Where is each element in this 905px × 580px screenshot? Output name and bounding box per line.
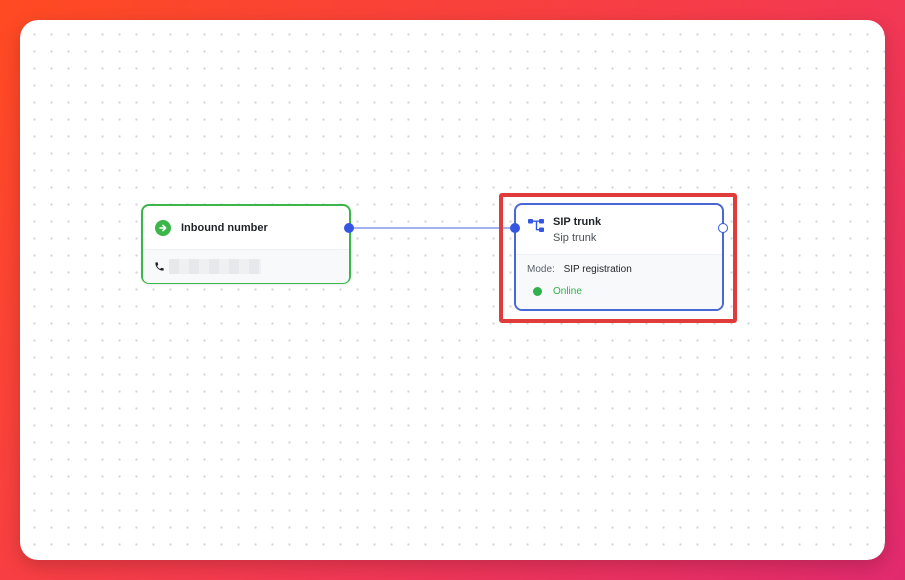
status-text: Online: [553, 286, 582, 297]
phone-number-redacted: [169, 259, 261, 274]
inbound-node-body: [143, 250, 349, 283]
sip-node-header: SIP trunk Sip trunk: [516, 205, 722, 255]
sip-node-title: SIP trunk: [553, 216, 602, 228]
status-online-icon: [533, 287, 542, 296]
inbound-node-header: Inbound number: [143, 206, 349, 250]
mode-row: Mode: SIP registration: [527, 264, 711, 275]
flow-canvas[interactable]: Inbound number SIP trunk Sip trunk Mode:…: [20, 20, 885, 560]
inbound-number-node[interactable]: Inbound number: [141, 204, 351, 284]
inbound-output-handle[interactable]: [344, 223, 354, 233]
arrow-right-circle-icon: [155, 219, 171, 236]
connection-edge[interactable]: [20, 20, 885, 560]
sip-trunk-node[interactable]: SIP trunk Sip trunk Mode: SIP registrati…: [514, 203, 724, 311]
sip-trunk-icon: [528, 218, 545, 233]
mode-value: SIP registration: [563, 264, 632, 275]
phone-icon: [154, 261, 165, 272]
mode-label: Mode:: [527, 264, 555, 275]
status-row: Online: [527, 286, 711, 297]
sip-output-handle[interactable]: [718, 223, 728, 233]
sip-node-body: Mode: SIP registration Online: [516, 255, 722, 309]
sip-input-handle[interactable]: [510, 223, 520, 233]
sip-node-subtitle: Sip trunk: [553, 232, 597, 244]
inbound-node-title: Inbound number: [181, 221, 268, 234]
